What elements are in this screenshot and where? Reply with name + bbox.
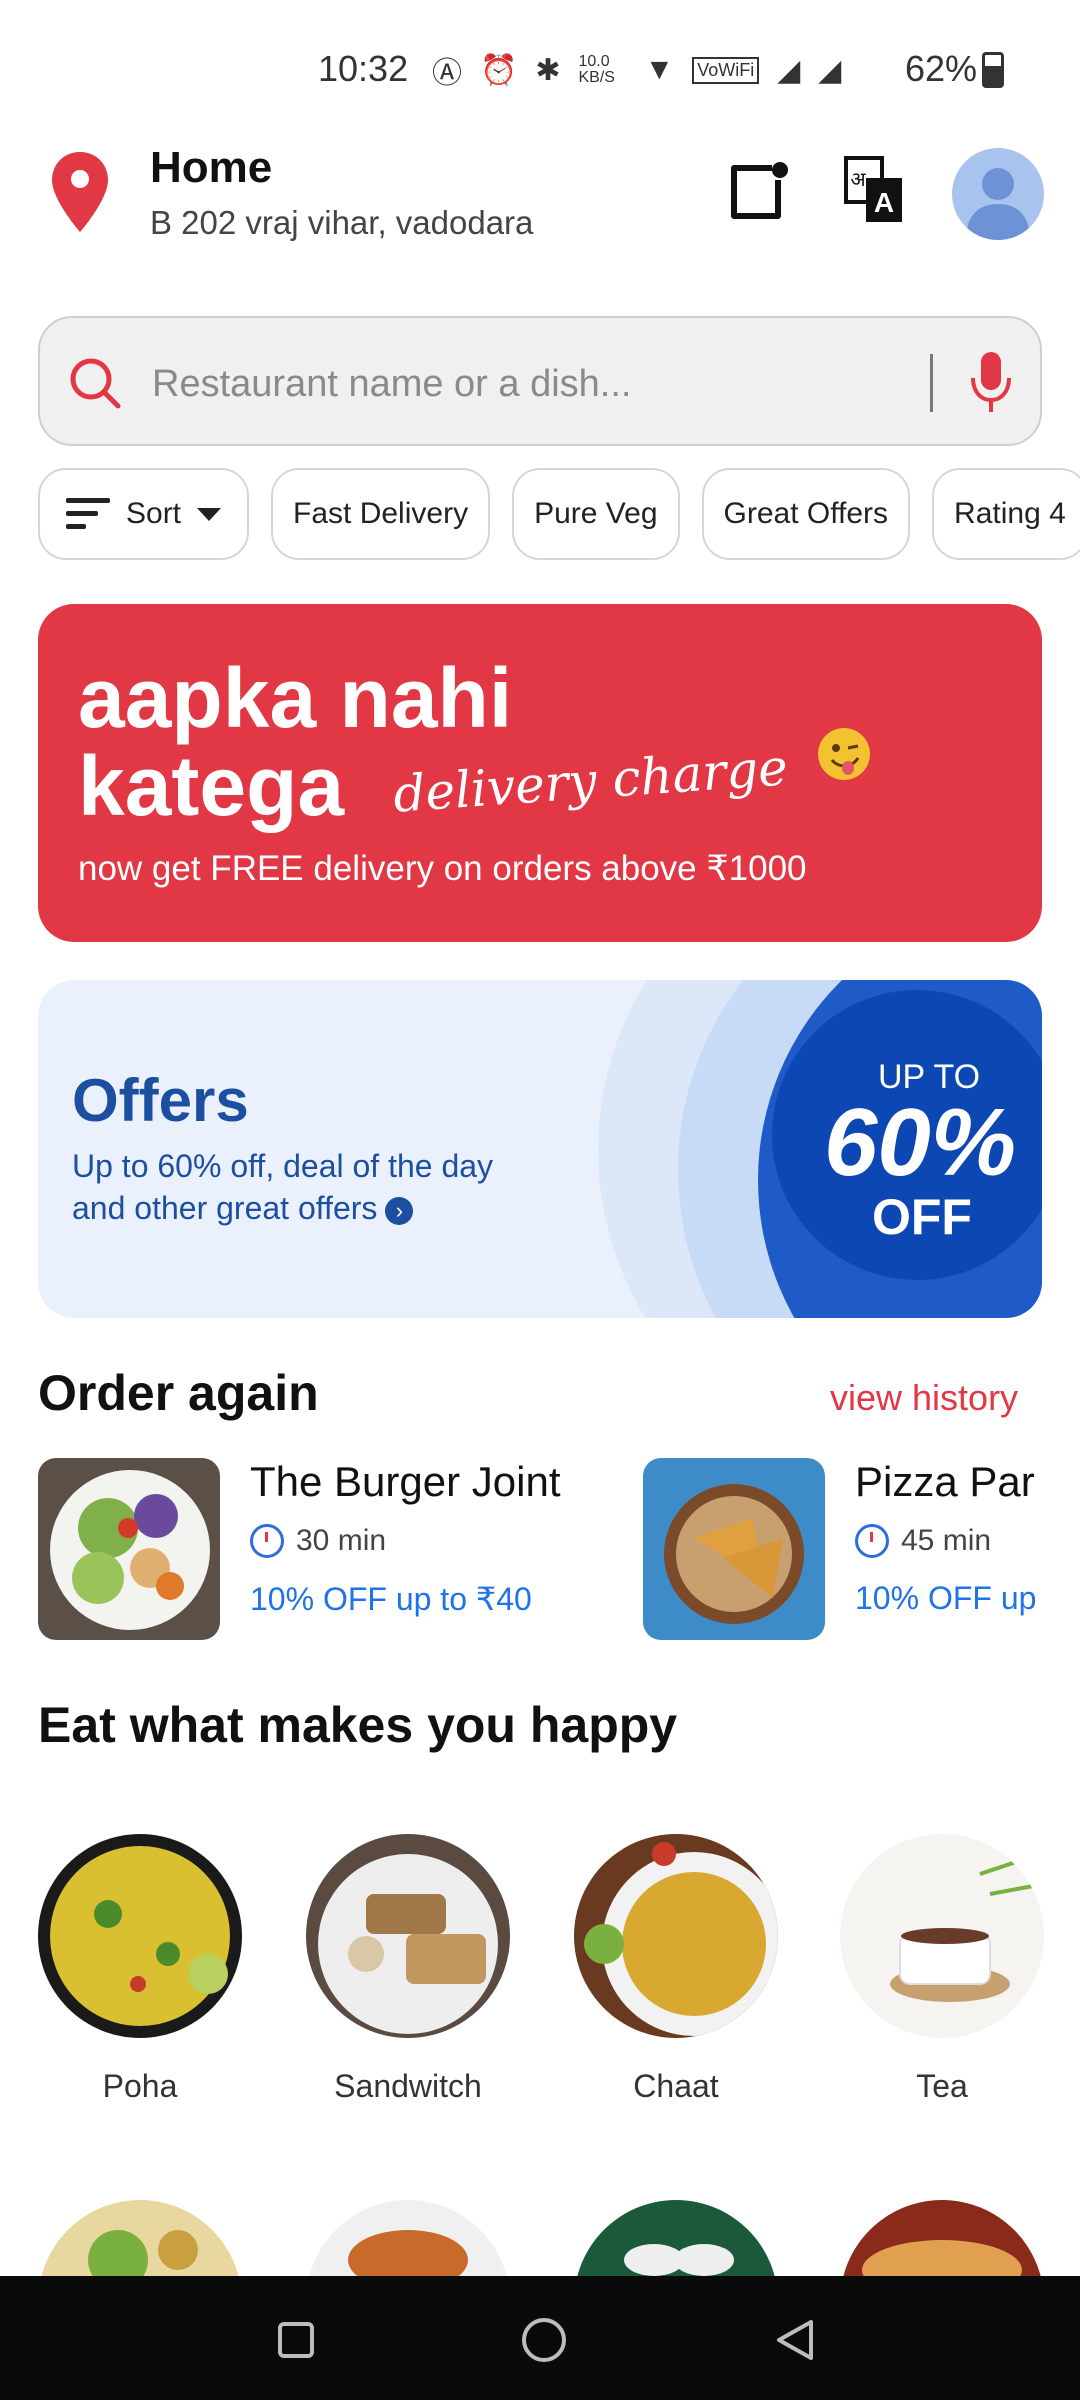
category-label: Tea xyxy=(916,2068,968,2104)
app-notification-icon: Ⓐ xyxy=(432,57,462,90)
order-again-card[interactable]: The Burger Joint 30 min 10% OFF up to ₹4… xyxy=(38,1458,598,1640)
offers-badge-off: OFF xyxy=(872,1189,972,1245)
filter-chip-great-offers[interactable]: Great Offers xyxy=(701,468,911,560)
category-sandwitch[interactable]: Sandwitch xyxy=(306,1834,510,2105)
filter-chip-fast-delivery[interactable]: Fast Delivery xyxy=(271,468,491,560)
restaurant-thumbnail xyxy=(38,1458,220,1640)
alarm-icon: ⏰ xyxy=(480,53,518,87)
category-image xyxy=(306,1834,510,2038)
net-speed: 10.0 KB/S xyxy=(578,53,615,86)
sort-button[interactable]: Sort xyxy=(38,468,250,560)
language-icon[interactable]: A अ xyxy=(838,152,910,228)
status-bar: 10:32 Ⓐ ⏰ ✱ 10.0 KB/S ▼ VoWiFi ◢ ◢ 62% xyxy=(0,0,1080,140)
category-label: Poha xyxy=(102,2068,178,2104)
search-icon xyxy=(70,358,121,409)
nav-recents-icon[interactable] xyxy=(278,2322,314,2358)
avatar[interactable] xyxy=(952,148,1044,240)
banner-script: delivery charge xyxy=(391,738,790,824)
category-label: Chaat xyxy=(633,2068,719,2104)
bluetooth-icon: ✱ xyxy=(535,53,561,87)
restaurant-name: The Burger Joint xyxy=(250,1458,561,1505)
category-chaat[interactable]: Chaat xyxy=(574,1834,778,2105)
order-again-title: Order again xyxy=(38,1365,319,1421)
delivery-time-text: 30 min xyxy=(296,1524,387,1557)
filter-chip-rating[interactable]: Rating 4 xyxy=(932,468,1080,560)
winking-emoji-icon xyxy=(818,728,870,780)
signal-icon: ◢ xyxy=(777,53,801,87)
search-input[interactable] xyxy=(150,348,944,420)
svg-text:अ: अ xyxy=(850,167,866,191)
filter-chip-pure-veg[interactable]: Pure Veg xyxy=(512,468,680,560)
category-poha[interactable]: Poha xyxy=(38,1834,242,2105)
offers-badge-percent: 60% xyxy=(824,1089,1017,1196)
offers-subtitle-line2: and other great offers › xyxy=(72,1190,414,1227)
offers-banner[interactable]: Offers Up to 60% off, deal of the day an… xyxy=(38,980,1042,1318)
view-history-link[interactable]: view history xyxy=(830,1377,1018,1419)
filter-row: Sort Fast Delivery Pure Veg Great Offers… xyxy=(38,468,1080,564)
banner-line2: katega xyxy=(78,739,345,833)
nav-back-icon[interactable] xyxy=(773,2318,817,2362)
delivery-time: 45 min xyxy=(855,1524,991,1558)
category-tea[interactable]: Tea xyxy=(840,1834,1044,2105)
wifi-icon: ▼ xyxy=(644,53,675,86)
mic-icon[interactable] xyxy=(965,348,1017,418)
restaurant-offer: 10% OFF up to ₹40 xyxy=(250,1581,532,1617)
offers-subtitle-line1: Up to 60% off, deal of the day xyxy=(72,1148,494,1184)
search-bar[interactable] xyxy=(38,316,1042,446)
status-icons: Ⓐ ⏰ ✱ 10.0 KB/S ▼ VoWiFi ◢ ◢ xyxy=(432,48,841,92)
system-nav-bar xyxy=(0,2276,1080,2400)
signal-icon: ◢ xyxy=(818,53,842,87)
restaurant-offer: 10% OFF up xyxy=(855,1580,1037,1616)
sort-icon xyxy=(66,498,110,530)
order-again-card[interactable]: Pizza Par 45 min 10% OFF up xyxy=(643,1458,1043,1640)
stopwatch-icon xyxy=(250,1524,284,1558)
location-address[interactable]: B 202 vraj vihar, vadodara xyxy=(150,204,533,242)
restaurant-name: Pizza Par xyxy=(855,1458,1035,1505)
banner-subtitle: now get FREE delivery on orders above ₹1… xyxy=(78,849,807,888)
delivery-time: 30 min xyxy=(250,1524,386,1558)
battery-icon xyxy=(982,52,1004,88)
status-time: 10:32 xyxy=(318,48,409,89)
location-pin-icon[interactable] xyxy=(50,150,110,234)
sort-label: Sort xyxy=(126,497,182,530)
svg-text:A: A xyxy=(874,187,894,218)
notification-icon[interactable] xyxy=(728,160,790,222)
category-image xyxy=(38,1834,242,2038)
location-title[interactable]: Home xyxy=(150,143,272,193)
battery-percent: 62% xyxy=(905,48,978,89)
volte-icon: VoWiFi xyxy=(692,56,760,84)
search-divider xyxy=(930,354,933,412)
banner-line1: aapka nahi xyxy=(78,651,513,745)
category-image xyxy=(840,1834,1044,2038)
chevron-down-icon xyxy=(197,507,222,521)
delivery-banner[interactable]: aapka nahi katega delivery charge now ge… xyxy=(38,604,1042,942)
arrow-right-icon: › xyxy=(385,1196,414,1225)
stopwatch-icon xyxy=(855,1524,889,1558)
offers-subtitle-line2-text: and other great offers xyxy=(72,1190,378,1226)
delivery-time-text: 45 min xyxy=(901,1524,992,1557)
restaurant-thumbnail xyxy=(643,1458,825,1640)
category-image xyxy=(574,1834,778,2038)
categories-title: Eat what makes you happy xyxy=(38,1697,678,1753)
nav-home-icon[interactable] xyxy=(522,2318,566,2362)
offers-title: Offers xyxy=(72,1067,249,1134)
category-label: Sandwitch xyxy=(334,2068,482,2104)
